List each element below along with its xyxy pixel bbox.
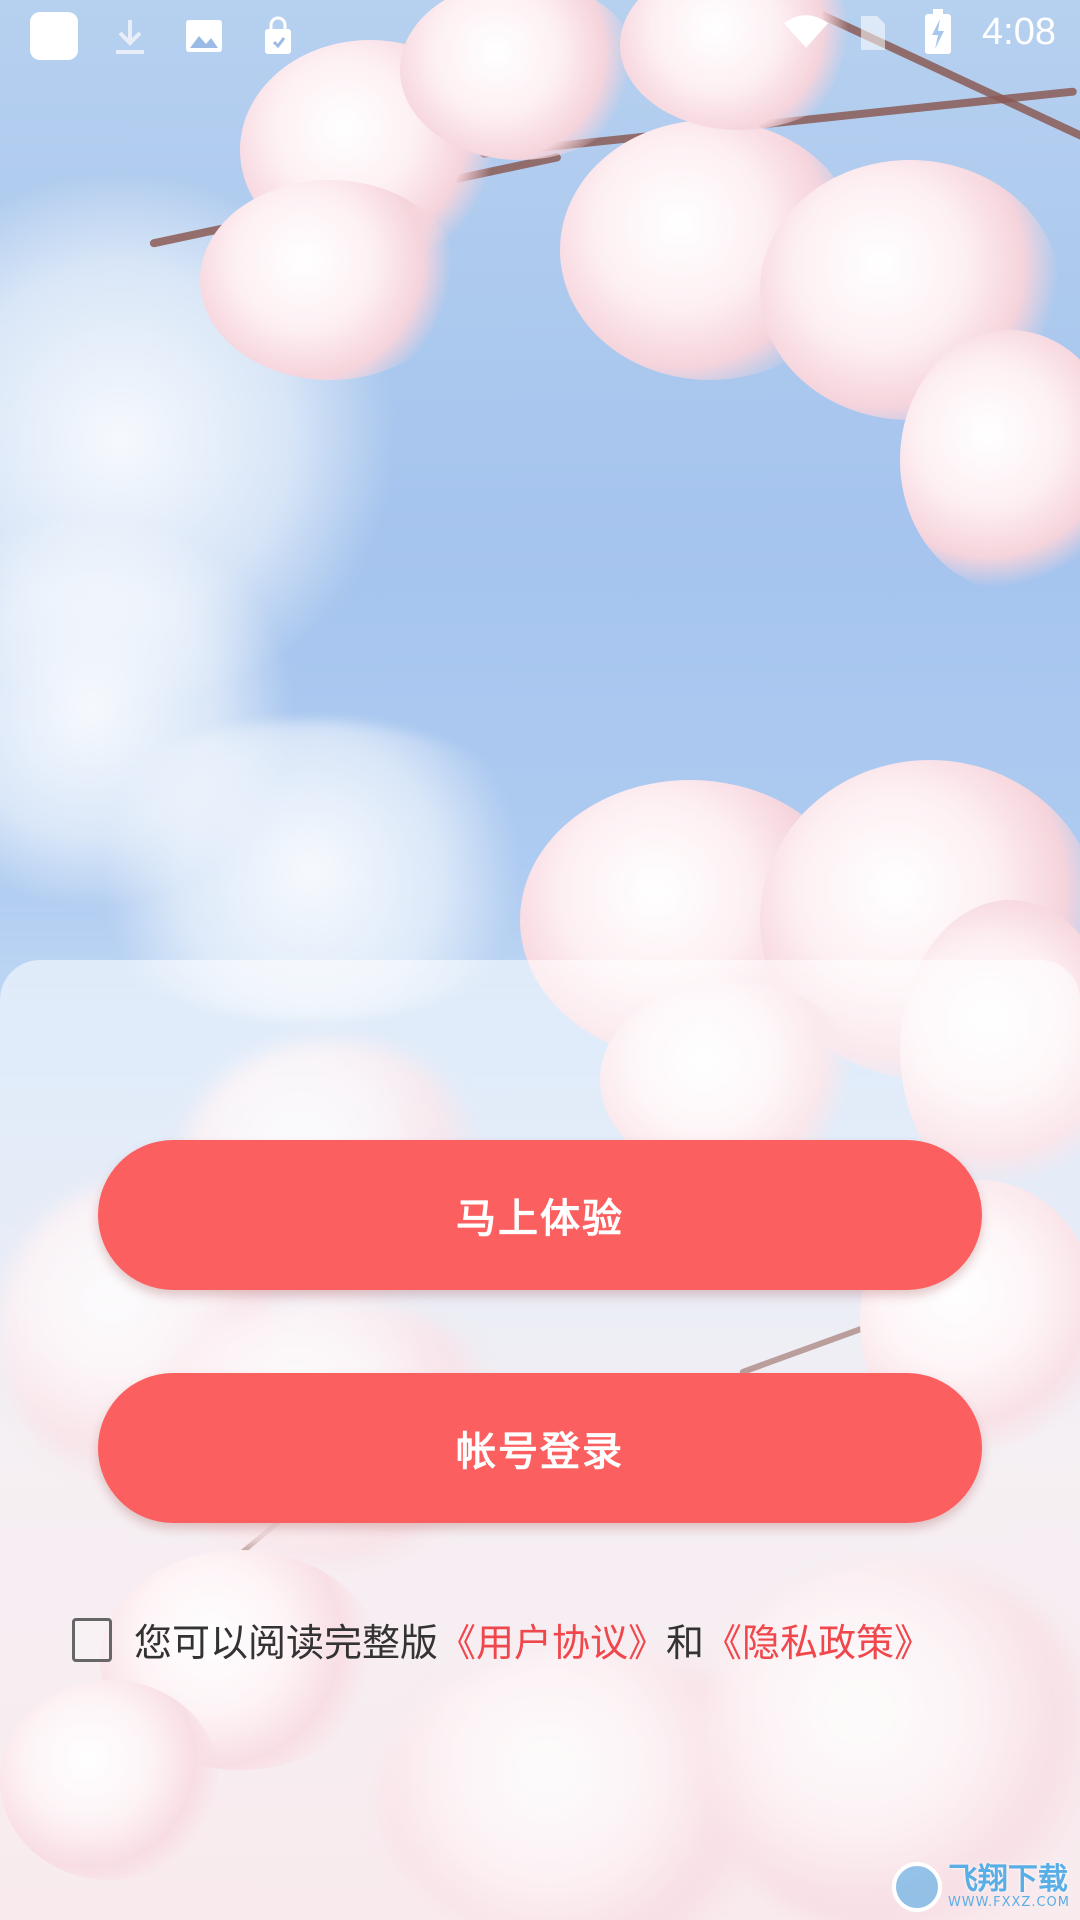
agreement-row: 您可以阅读完整版 《用户协议》 和 《隐私政策》 — [72, 1612, 932, 1667]
privacy-policy-link[interactable]: 《隐私政策》 — [704, 1612, 932, 1667]
agreement-checkbox[interactable] — [72, 1617, 112, 1662]
watermark-brand: 飞翔下载 — [947, 1861, 1068, 1897]
battery-charging-icon — [916, 9, 960, 54]
status-time: 4:08 — [982, 10, 1056, 53]
download-icon — [108, 14, 152, 58]
account-login-button[interactable]: 帐号登录 — [98, 1373, 982, 1523]
wifi-icon — [784, 10, 829, 54]
try-now-button[interactable]: 马上体验 — [98, 1140, 982, 1290]
watermark: 飞翔下载 WWW.FXXZ.COM — [891, 1861, 1070, 1912]
app-square-icon — [30, 12, 78, 60]
watermark-url: WWW.FXXZ.COM — [947, 1894, 1070, 1910]
screen: 4:08 马上体验 帐号登录 您可以阅读完整版 《用户协议》 和 《隐私政策》 … — [0, 0, 1080, 1920]
watermark-logo-icon — [891, 1862, 942, 1912]
agreement-prefix: 您可以阅读完整版 — [134, 1621, 439, 1665]
sim-icon — [850, 10, 894, 54]
agreement-conjunction: 和 — [666, 1621, 705, 1665]
user-agreement-link[interactable]: 《用户协议》 — [438, 1612, 666, 1667]
image-icon — [182, 14, 226, 58]
lock-bag-icon — [256, 14, 300, 58]
status-bar: 4:08 — [0, 0, 1080, 76]
